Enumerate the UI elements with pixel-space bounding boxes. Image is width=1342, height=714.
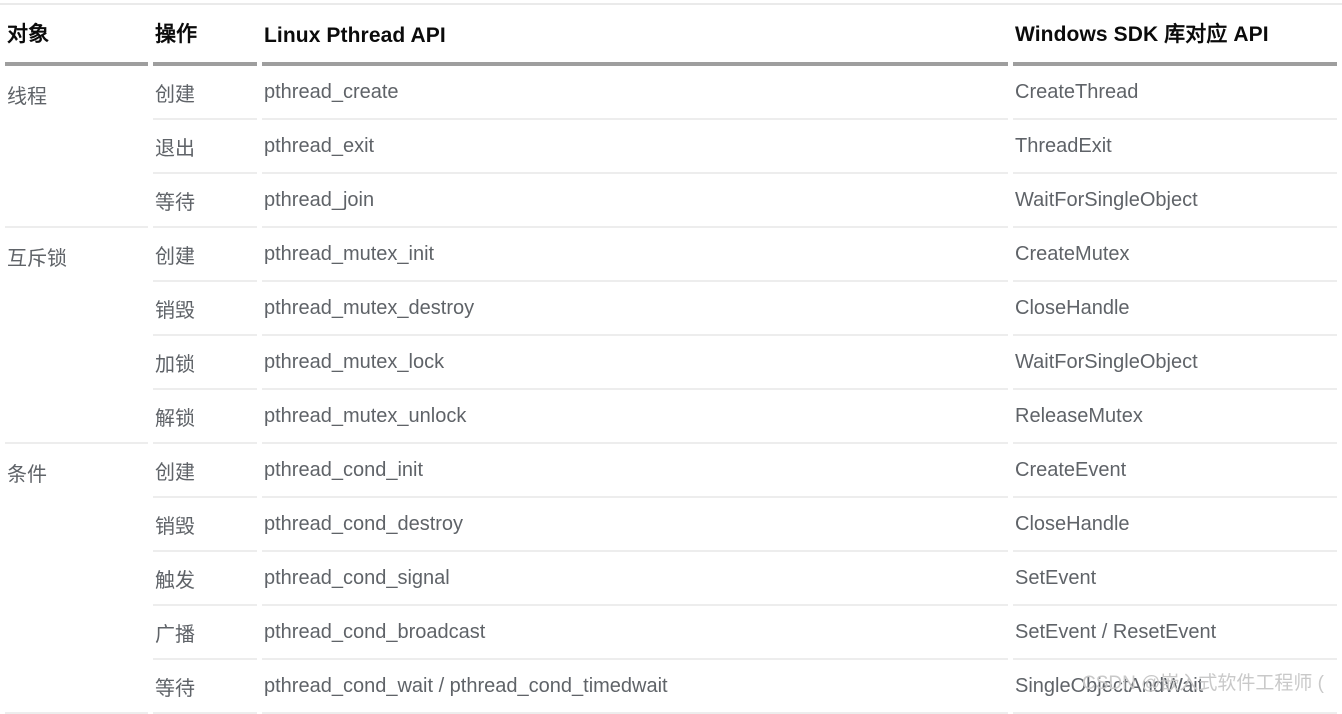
cell-object: 互斥锁 bbox=[5, 228, 148, 444]
table-row: 解锁 pthread_mutex_unlock ReleaseMutex bbox=[5, 390, 1337, 444]
cell-windows-api: ReleaseMutex bbox=[1013, 390, 1337, 444]
cell-operation: 解锁 bbox=[153, 390, 257, 444]
cell-linux-api: pthread_mutex_init bbox=[262, 228, 1008, 282]
cell-linux-api: pthread_cond_init bbox=[262, 444, 1008, 498]
table-row: 加锁 pthread_mutex_lock WaitForSingleObject bbox=[5, 336, 1337, 390]
cell-operation: 加锁 bbox=[153, 336, 257, 390]
cell-linux-api: pthread_cond_broadcast bbox=[262, 606, 1008, 660]
cell-operation: 创建 bbox=[153, 66, 257, 120]
cell-windows-api: CreateThread bbox=[1013, 66, 1337, 120]
cell-windows-api: CloseHandle bbox=[1013, 498, 1337, 552]
cell-linux-api: pthread_cond_wait / pthread_cond_timedwa… bbox=[262, 660, 1008, 714]
cell-linux-api: pthread_create bbox=[262, 66, 1008, 120]
api-comparison-table-page: 对象 操作 Linux Pthread API Windows SDK 库对应 … bbox=[0, 0, 1342, 714]
cell-object: 线程 bbox=[5, 66, 148, 228]
cell-windows-api: CreateMutex bbox=[1013, 228, 1337, 282]
table-header: 对象 操作 Linux Pthread API Windows SDK 库对应 … bbox=[5, 0, 1337, 66]
column-header-object: 对象 bbox=[5, 0, 148, 66]
cell-linux-api: pthread_join bbox=[262, 174, 1008, 228]
table-row: 销毁 pthread_cond_destroy CloseHandle bbox=[5, 498, 1337, 552]
cell-windows-api: WaitForSingleObject bbox=[1013, 174, 1337, 228]
pthread-windows-api-table: 对象 操作 Linux Pthread API Windows SDK 库对应 … bbox=[0, 0, 1342, 714]
table-body: 线程 创建 pthread_create CreateThread 退出 pthread_… bbox=[5, 66, 1337, 714]
table-row: 触发 pthread_cond_signal SetEvent bbox=[5, 552, 1337, 606]
cell-operation: 广播 bbox=[153, 606, 257, 660]
table-row: 等待 pthread_join WaitForSingleObject bbox=[5, 174, 1337, 228]
column-header-windows-api: Windows SDK 库对应 API bbox=[1013, 0, 1337, 66]
cell-operation: 等待 bbox=[153, 174, 257, 228]
cell-object: 条件 bbox=[5, 444, 148, 714]
table-row: 销毁 pthread_mutex_destroy CloseHandle bbox=[5, 282, 1337, 336]
cell-operation: 销毁 bbox=[153, 498, 257, 552]
table-row: 条件 创建 pthread_cond_init CreateEvent bbox=[5, 444, 1337, 714]
table-row: 线程 创建 pthread_create CreateThread bbox=[5, 66, 1337, 228]
cell-linux-api: pthread_exit bbox=[262, 120, 1008, 174]
cell-linux-api: pthread_mutex_unlock bbox=[262, 390, 1008, 444]
cell-windows-api: WaitForSingleObject bbox=[1013, 336, 1337, 390]
cell-operation: 创建 bbox=[153, 228, 257, 282]
cell-windows-api: CloseHandle bbox=[1013, 282, 1337, 336]
cell-windows-api: SetEvent / ResetEvent bbox=[1013, 606, 1337, 660]
cell-operation: 触发 bbox=[153, 552, 257, 606]
table-row: 等待 pthread_cond_wait / pthread_cond_timed… bbox=[5, 660, 1337, 714]
cell-windows-api: SetEvent bbox=[1013, 552, 1337, 606]
cell-linux-api: pthread_mutex_lock bbox=[262, 336, 1008, 390]
table-row: 退出 pthread_exit ThreadExit bbox=[5, 120, 1337, 174]
cell-windows-api: ThreadExit bbox=[1013, 120, 1337, 174]
column-header-linux-api: Linux Pthread API bbox=[262, 0, 1008, 66]
cell-linux-api: pthread_cond_destroy bbox=[262, 498, 1008, 552]
cell-linux-api: pthread_cond_signal bbox=[262, 552, 1008, 606]
cell-windows-api: SingleObjectAndWait bbox=[1013, 660, 1337, 714]
cell-linux-api: pthread_mutex_destroy bbox=[262, 282, 1008, 336]
cell-operation: 等待 bbox=[153, 660, 257, 714]
cell-operation: 销毁 bbox=[153, 282, 257, 336]
cell-operation: 创建 bbox=[153, 444, 257, 498]
table-header-row: 对象 操作 Linux Pthread API Windows SDK 库对应 … bbox=[5, 0, 1337, 66]
cell-windows-api: CreateEvent bbox=[1013, 444, 1337, 498]
table-row: 互斥锁 创建 pthread_mutex_init CreateMutex bbox=[5, 228, 1337, 444]
cell-operation: 退出 bbox=[153, 120, 257, 174]
column-header-operation: 操作 bbox=[153, 0, 257, 66]
table-row: 广播 pthread_cond_broadcast SetEvent / Reset… bbox=[5, 606, 1337, 660]
